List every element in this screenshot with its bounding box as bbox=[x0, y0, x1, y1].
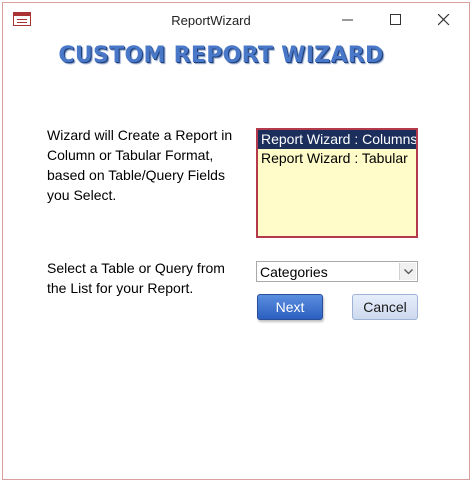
report-type-listbox[interactable]: Report Wizard : Columns Report Wizard : … bbox=[256, 128, 418, 238]
title-bar[interactable]: ReportWizard bbox=[3, 3, 469, 37]
close-button[interactable] bbox=[421, 3, 467, 37]
maximize-icon bbox=[390, 14, 401, 25]
wizard-heading: CUSTOM REPORT WIZARD bbox=[58, 43, 384, 68]
table-query-combo[interactable]: Categories bbox=[256, 261, 418, 282]
combo-dropdown-button[interactable] bbox=[399, 263, 416, 280]
source-instructions: Select a Table or Query from the List fo… bbox=[47, 260, 225, 296]
close-icon bbox=[438, 14, 450, 26]
chevron-down-icon bbox=[403, 268, 413, 274]
minimize-icon bbox=[342, 19, 353, 21]
maximize-button[interactable] bbox=[373, 3, 419, 37]
next-button[interactable]: Next bbox=[257, 294, 323, 320]
combo-value: Categories bbox=[260, 264, 328, 280]
wizard-description: Wizard will Create a Report in Column or… bbox=[47, 127, 233, 203]
list-item-columns[interactable]: Report Wizard : Columns bbox=[258, 130, 416, 149]
list-item-tabular[interactable]: Report Wizard : Tabular bbox=[258, 149, 416, 168]
cancel-button[interactable]: Cancel bbox=[352, 294, 418, 320]
minimize-button[interactable] bbox=[325, 3, 371, 37]
report-wizard-window: ReportWizard CUSTOM REPORT WIZARD Wizard… bbox=[2, 2, 470, 480]
